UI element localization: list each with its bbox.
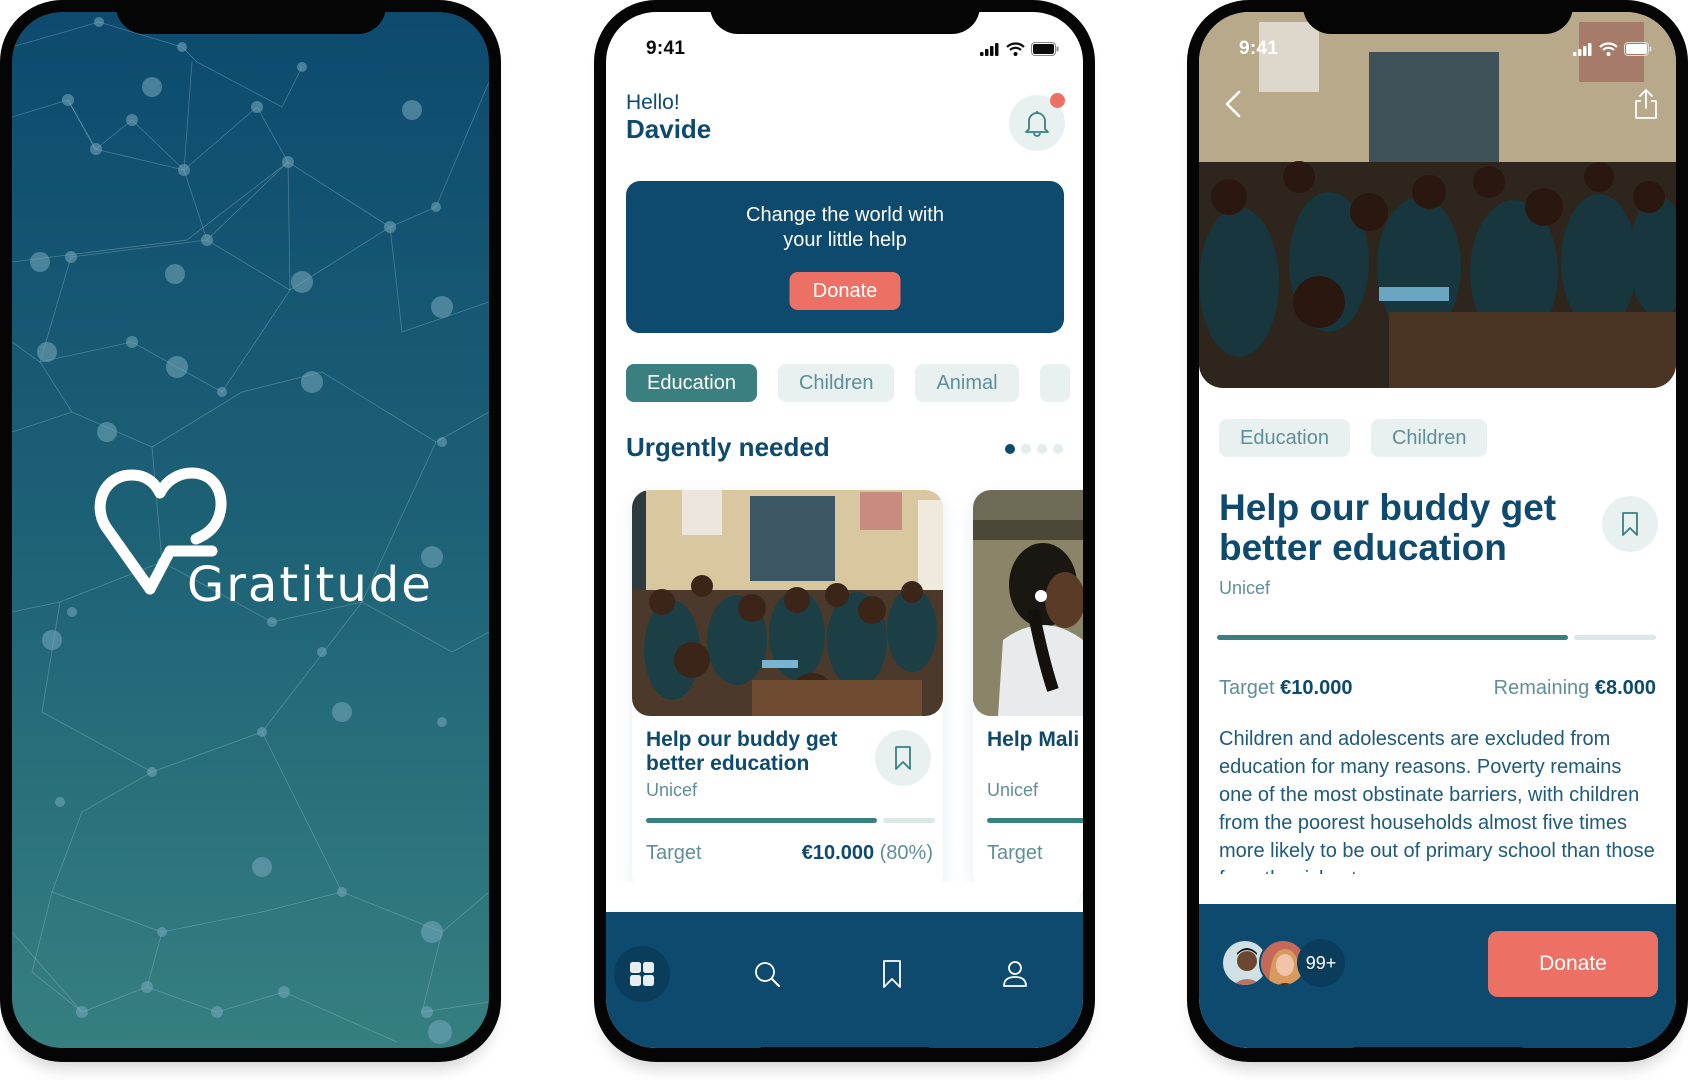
greeting-hello: Hello! <box>626 91 680 114</box>
home-indicator <box>1351 1047 1524 1054</box>
save-campaign-button[interactable] <box>875 730 931 786</box>
wifi-icon <box>1599 42 1618 56</box>
category-chips: Education Children Animal <box>626 364 1070 402</box>
status-time: 9:41 <box>1239 38 1279 59</box>
bottom-tab-bar <box>606 882 1083 1048</box>
bookmark-icon <box>883 960 901 988</box>
home-indicator <box>758 1047 931 1054</box>
section-title-urgently-needed: Urgently needed <box>626 432 830 462</box>
carousel-pager <box>1005 444 1063 454</box>
campaign-progress-bar <box>987 818 1083 823</box>
notch <box>1302 0 1573 34</box>
gratitude-logo: Gratitude <box>94 467 432 607</box>
pager-dot[interactable] <box>1021 444 1031 454</box>
bell-icon <box>1025 111 1049 137</box>
phone-splash-screen: Gratitude <box>0 0 501 1062</box>
campaign-organization: Unicef <box>987 780 1039 800</box>
notch <box>115 0 386 34</box>
phone-home-screen: 9:41 Hello! Davide Change the world with… <box>594 0 1095 1062</box>
logo-text: Gratitude <box>187 557 432 607</box>
campaign-progress-bar <box>1217 635 1656 640</box>
battery-icon <box>1031 42 1059 56</box>
remaining-value: €8.000 <box>1594 677 1656 699</box>
pager-dot[interactable] <box>1037 444 1047 454</box>
donate-bar: 99+ Donate <box>1199 874 1676 1048</box>
tag-chip-children[interactable]: Children <box>1370 419 1488 457</box>
phone-detail-screen: 9:41 Education Children Help our buddy g… <box>1187 0 1688 1062</box>
progress-fill <box>987 818 1083 823</box>
category-chip-education[interactable]: Education <box>626 364 757 402</box>
target-label: Target <box>987 842 1043 864</box>
tab-search[interactable] <box>739 946 795 1002</box>
tab-saved[interactable] <box>864 946 920 1002</box>
remaining: Remaining €8.000 <box>1494 677 1656 700</box>
campaign-title: Help our buddy get better education <box>1219 487 1557 568</box>
pager-dot-active[interactable] <box>1005 444 1015 454</box>
donate-banner: Change the world with your little help D… <box>626 181 1064 333</box>
campaign-title: Help our buddy get better education <box>646 728 838 775</box>
search-icon <box>755 962 780 987</box>
tab-home[interactable] <box>614 946 670 1002</box>
tag-chip-education[interactable]: Education <box>1219 419 1350 457</box>
signal-icon <box>1573 42 1592 56</box>
greeting: Hello! Davide <box>626 91 712 145</box>
user-icon <box>1003 961 1027 987</box>
target-value: €10.000 (80%) <box>802 842 933 865</box>
progress-fill <box>646 818 878 823</box>
save-campaign-button[interactable] <box>1602 496 1658 552</box>
share-icon <box>1635 89 1657 119</box>
share-button[interactable] <box>1628 86 1664 122</box>
notifications-button[interactable] <box>1009 93 1065 151</box>
campaign-hero-photo <box>1199 12 1676 388</box>
campaign-card[interactable]: Help our buddy get better education Unic… <box>632 490 943 891</box>
urgent-cards-carousel: Help our buddy get better education Unic… <box>632 490 1083 891</box>
campaign-photo-girl <box>973 490 1083 716</box>
campaign-progress-bar <box>646 818 935 823</box>
remaining-label: Remaining <box>1493 677 1590 699</box>
category-chip-more[interactable] <box>1039 364 1070 402</box>
back-button[interactable] <box>1215 86 1251 122</box>
status-bar: 9:41 <box>1199 38 1676 62</box>
notch <box>709 0 980 34</box>
target-label: Target <box>646 842 702 864</box>
category-chip-animal[interactable]: Animal <box>915 364 1019 402</box>
pager-dot[interactable] <box>1053 444 1063 454</box>
user-name: Davide <box>626 114 712 144</box>
campaign-description: Children and adolescents are excluded fr… <box>1219 728 1655 890</box>
detail-screen: 9:41 Education Children Help our buddy g… <box>1199 12 1676 1048</box>
splash-screen: Gratitude <box>12 12 489 1048</box>
donors-count: 99+ <box>1297 939 1345 987</box>
category-chip-children[interactable]: Children <box>777 364 895 402</box>
campaign-title: Help Mali family <box>987 728 1083 751</box>
campaign-organization: Unicef <box>1219 578 1271 598</box>
home-screen: 9:41 Hello! Davide Change the world with… <box>606 12 1083 1048</box>
target-percent: (80%) <box>879 842 933 864</box>
bookmark-icon <box>1622 512 1638 536</box>
donate-button[interactable]: Donate <box>1488 931 1658 997</box>
status-bar: 9:41 <box>606 38 1083 62</box>
target-label: Target <box>1219 677 1275 699</box>
status-time: 9:41 <box>646 38 686 59</box>
banner-message: Change the world with your little help <box>746 204 944 251</box>
grid-icon <box>630 962 654 986</box>
wifi-icon <box>1006 42 1025 56</box>
progress-remaining <box>883 818 935 823</box>
target-amount: €10.000 <box>801 842 875 864</box>
target: Target €10.000 <box>1219 677 1352 700</box>
signal-icon <box>980 42 999 56</box>
chevron-left-icon <box>1225 90 1241 118</box>
tab-profile[interactable] <box>987 946 1043 1002</box>
progress-fill <box>1217 635 1569 640</box>
notification-badge <box>1050 93 1065 108</box>
campaign-card[interactable]: Help Mali family Unicef Target <box>973 490 1083 891</box>
campaign-photo-classroom <box>632 490 943 716</box>
banner-donate-button[interactable]: Donate <box>789 272 901 310</box>
progress-remaining <box>1574 635 1656 640</box>
campaign-organization: Unicef <box>646 780 698 800</box>
battery-icon <box>1624 42 1652 56</box>
bookmark-icon <box>895 746 911 770</box>
campaign-tags: Education Children <box>1219 419 1488 457</box>
target-value: €10.000 <box>1280 677 1353 699</box>
donor-avatars[interactable]: 99+ <box>1221 939 1345 987</box>
